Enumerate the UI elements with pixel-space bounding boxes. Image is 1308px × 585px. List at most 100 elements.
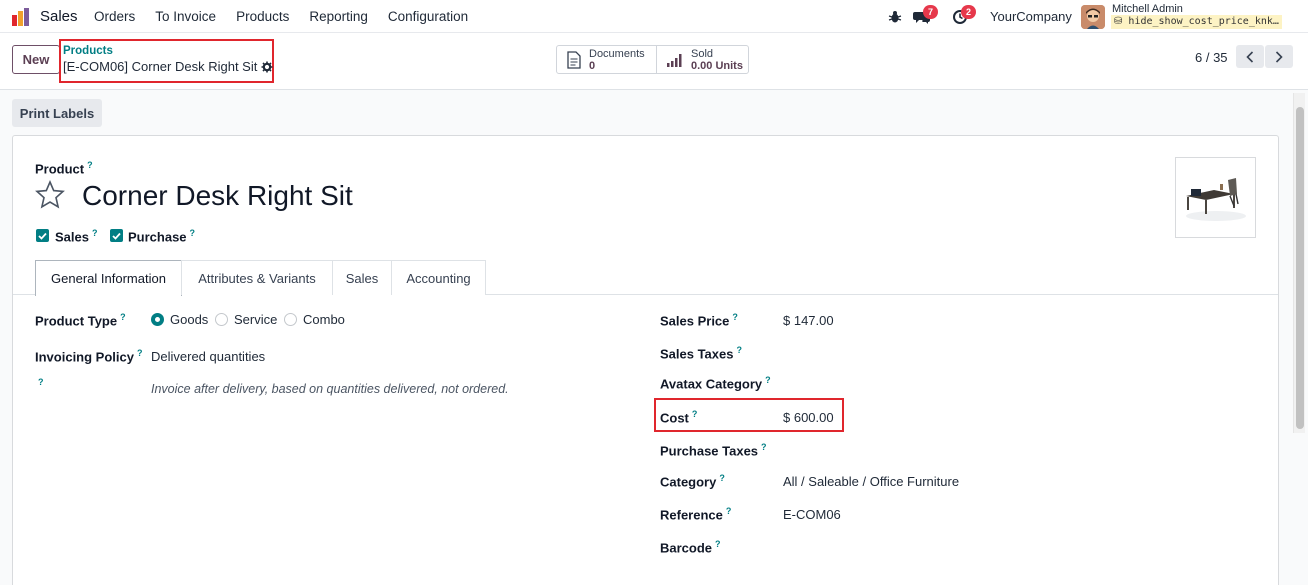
breadcrumb-current: [E-COM06] Corner Desk Right Sit xyxy=(63,59,273,74)
database-name: ⛁ hide_show_cost_price_knk… xyxy=(1111,15,1282,29)
sales-checkbox-row: Sales? xyxy=(55,228,97,244)
checkmark-icon xyxy=(112,232,121,240)
checkmark-icon xyxy=(38,232,47,240)
tab-sales[interactable]: Sales xyxy=(332,260,392,295)
sales-taxes-help[interactable]: ? xyxy=(736,345,742,355)
product-image[interactable] xyxy=(1175,157,1256,238)
smart-buttons: Documents 0 Sold 0.00 Units xyxy=(556,45,749,74)
app-name[interactable]: Sales xyxy=(40,0,78,33)
invoicing-hint-help-row: ? xyxy=(35,377,44,393)
user-name[interactable]: Mitchell Admin xyxy=(1112,3,1183,15)
scrollbar-thumb[interactable] xyxy=(1296,107,1304,429)
purchase-taxes-help[interactable]: ? xyxy=(761,442,767,452)
invoicing-policy-field[interactable]: Delivered quantities xyxy=(151,349,265,364)
tab-attributes-variants[interactable]: Attributes & Variants xyxy=(181,260,333,295)
purchase-help[interactable]: ? xyxy=(190,228,196,238)
product-type-row: Product Type? xyxy=(35,312,126,328)
invoicing-policy-help[interactable]: ? xyxy=(137,348,143,358)
company-switcher[interactable]: YourCompany xyxy=(990,0,1072,33)
database-icon: ⛁ xyxy=(1114,16,1123,27)
combo-radio[interactable] xyxy=(284,313,297,326)
cost-label: Cost xyxy=(660,410,689,426)
sales-checkbox[interactable] xyxy=(36,229,49,242)
reference-field[interactable]: E-COM06 xyxy=(783,507,841,522)
reference-label: Reference xyxy=(660,507,723,523)
product-label: Product xyxy=(35,161,85,177)
menu-reporting[interactable]: Reporting xyxy=(309,9,368,24)
invoicing-hint-help[interactable]: ? xyxy=(38,377,44,387)
breadcrumb-current-label: [E-COM06] Corner Desk Right Sit xyxy=(63,59,258,74)
bar-chart-icon xyxy=(667,53,682,67)
sold-value: 0.00 Units xyxy=(691,59,743,72)
product-type-label: Product Type xyxy=(35,313,118,329)
user-avatar[interactable] xyxy=(1081,5,1105,29)
purchase-checkbox-row: Purchase? xyxy=(128,228,195,244)
menu-to-invoice[interactable]: To Invoice xyxy=(155,9,216,24)
documents-count: 0 xyxy=(589,59,596,72)
debug-bug-icon[interactable] xyxy=(888,0,902,33)
sold-label: Sold xyxy=(691,47,714,60)
sales-checkbox-label[interactable]: Sales xyxy=(55,229,89,244)
menu-products[interactable]: Products xyxy=(236,9,289,24)
documents-label: Documents xyxy=(589,47,645,60)
sales-taxes-row: Sales Taxes? xyxy=(660,345,742,361)
category-help[interactable]: ? xyxy=(719,473,725,483)
sales-price-field[interactable]: $ 147.00 xyxy=(783,313,834,328)
invoicing-policy-row: Invoicing Policy? xyxy=(35,348,142,364)
favorite-star-icon[interactable] xyxy=(35,179,65,213)
goods-radio-label[interactable]: Goods xyxy=(170,312,208,327)
service-radio-label[interactable]: Service xyxy=(234,312,277,327)
new-button[interactable]: New xyxy=(12,45,60,74)
messaging-badge: 7 xyxy=(923,5,938,19)
purchase-checkbox[interactable] xyxy=(110,229,123,242)
category-field[interactable]: All / Saleable / Office Furniture xyxy=(783,474,959,489)
product-label-row: Product? xyxy=(35,160,93,176)
documents-smart-button[interactable]: Documents 0 xyxy=(557,46,656,73)
main-menu: Orders To Invoice Products Reporting Con… xyxy=(94,0,488,33)
database-label: hide_show_cost_price_knk… xyxy=(1128,16,1279,27)
menu-orders[interactable]: Orders xyxy=(94,9,135,24)
cost-row: Cost? xyxy=(660,409,697,425)
sales-price-help[interactable]: ? xyxy=(732,312,738,322)
cost-help[interactable]: ? xyxy=(692,409,698,419)
pager-previous-button[interactable] xyxy=(1236,45,1264,68)
sales-price-label: Sales Price xyxy=(660,313,730,329)
service-radio[interactable] xyxy=(215,313,228,326)
cost-field[interactable]: $ 600.00 xyxy=(783,410,834,425)
menu-configuration[interactable]: Configuration xyxy=(388,9,468,24)
sales-taxes-label: Sales Taxes xyxy=(660,346,734,362)
reference-row: Reference? xyxy=(660,506,731,522)
vertical-scrollbar[interactable] xyxy=(1293,93,1305,433)
chevron-right-icon xyxy=(1275,50,1283,63)
product-name-field[interactable]: Corner Desk Right Sit xyxy=(82,180,353,212)
gear-icon[interactable] xyxy=(261,61,273,73)
form-sheet: Product? Corner Desk Right Sit Sales ? P… xyxy=(12,135,1279,585)
sales-price-row: Sales Price? xyxy=(660,312,738,328)
category-row: Category? xyxy=(660,473,725,489)
pager-next-button[interactable] xyxy=(1265,45,1293,68)
print-labels-button[interactable]: Print Labels xyxy=(12,99,102,127)
reference-help[interactable]: ? xyxy=(726,506,732,516)
category-label: Category xyxy=(660,474,717,490)
sales-help[interactable]: ? xyxy=(92,228,98,238)
top-navbar: Sales Orders To Invoice Products Reporti… xyxy=(0,0,1308,33)
goods-radio[interactable] xyxy=(151,313,164,326)
activity-badge: 2 xyxy=(961,5,976,19)
barcode-label: Barcode xyxy=(660,540,713,556)
tab-accounting[interactable]: Accounting xyxy=(391,260,486,295)
sales-app-icon[interactable] xyxy=(11,0,31,33)
pager-value[interactable]: 6 / 35 xyxy=(1195,50,1228,65)
tab-general-information[interactable]: General Information xyxy=(35,260,182,296)
purchase-taxes-label: Purchase Taxes xyxy=(660,443,759,459)
breadcrumb-products-link[interactable]: Products xyxy=(63,45,113,57)
sold-smart-button[interactable]: Sold 0.00 Units xyxy=(656,46,748,73)
barcode-help[interactable]: ? xyxy=(715,539,721,549)
combo-radio-label[interactable]: Combo xyxy=(303,312,345,327)
avatax-category-help[interactable]: ? xyxy=(765,375,771,385)
control-panel: New Products [E-COM06] Corner Desk Right… xyxy=(0,33,1308,90)
barcode-row: Barcode? xyxy=(660,539,721,555)
purchase-checkbox-label[interactable]: Purchase xyxy=(128,229,187,244)
product-help[interactable]: ? xyxy=(87,160,93,170)
product-type-help[interactable]: ? xyxy=(120,312,126,322)
purchase-taxes-row: Purchase Taxes? xyxy=(660,442,767,458)
